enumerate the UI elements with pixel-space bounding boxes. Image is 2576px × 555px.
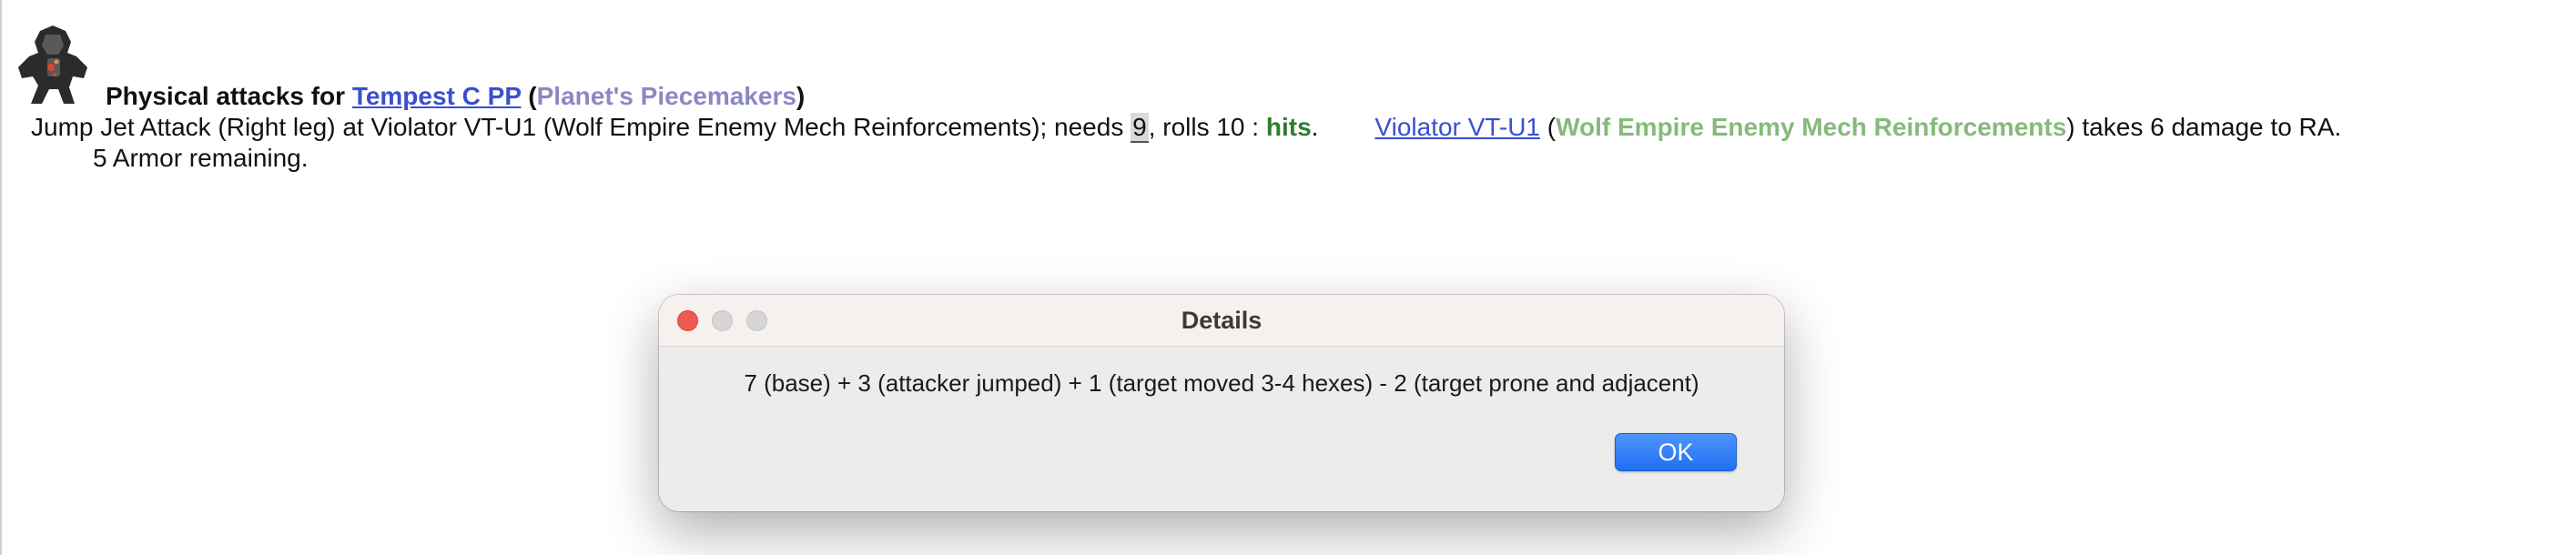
attacker-unit-link[interactable]: Tempest C PP <box>352 82 522 110</box>
dialog-titlebar[interactable]: Details <box>659 295 1784 347</box>
dialog-title: Details <box>1181 307 1263 334</box>
ok-button[interactable]: OK <box>1615 433 1737 471</box>
report-title: Physical attacks for Tempest C PP (Plane… <box>106 82 806 110</box>
dialog-message: 7 (base) + 3 (attacker jumped) + 1 (targ… <box>744 369 1699 397</box>
attacker-owner: Planet's Piecemakers <box>536 82 796 110</box>
attack-line: Jump Jet Attack (Right leg) at Violator … <box>31 113 2342 143</box>
damage-text: takes 6 damage to RA. <box>2074 113 2342 141</box>
armor-remaining: 5 Armor remaining. <box>93 144 309 172</box>
target-unit-link[interactable]: Violator VT-U1 <box>1374 113 1540 141</box>
mech-icon <box>18 25 87 104</box>
details-dialog: Details 7 (base) + 3 (attacker jumped) +… <box>659 295 1784 511</box>
close-button[interactable] <box>677 310 698 331</box>
target-number-link[interactable]: 9 <box>1131 113 1149 143</box>
minimize-button <box>712 310 733 331</box>
window-edge <box>0 0 2 555</box>
roll-text: , rolls 10 : <box>1148 113 1266 141</box>
title-prefix: Physical attacks for <box>106 82 352 110</box>
target-owner: Wolf Empire Enemy Mech Reinforcements <box>1556 113 2067 141</box>
report-window: Physical attacks for Tempest C PP (Plane… <box>0 0 2576 555</box>
attack-result: hits <box>1265 113 1312 141</box>
zoom-button <box>746 310 767 331</box>
attack-description: Jump Jet Attack (Right leg) at Violator … <box>31 113 1131 141</box>
